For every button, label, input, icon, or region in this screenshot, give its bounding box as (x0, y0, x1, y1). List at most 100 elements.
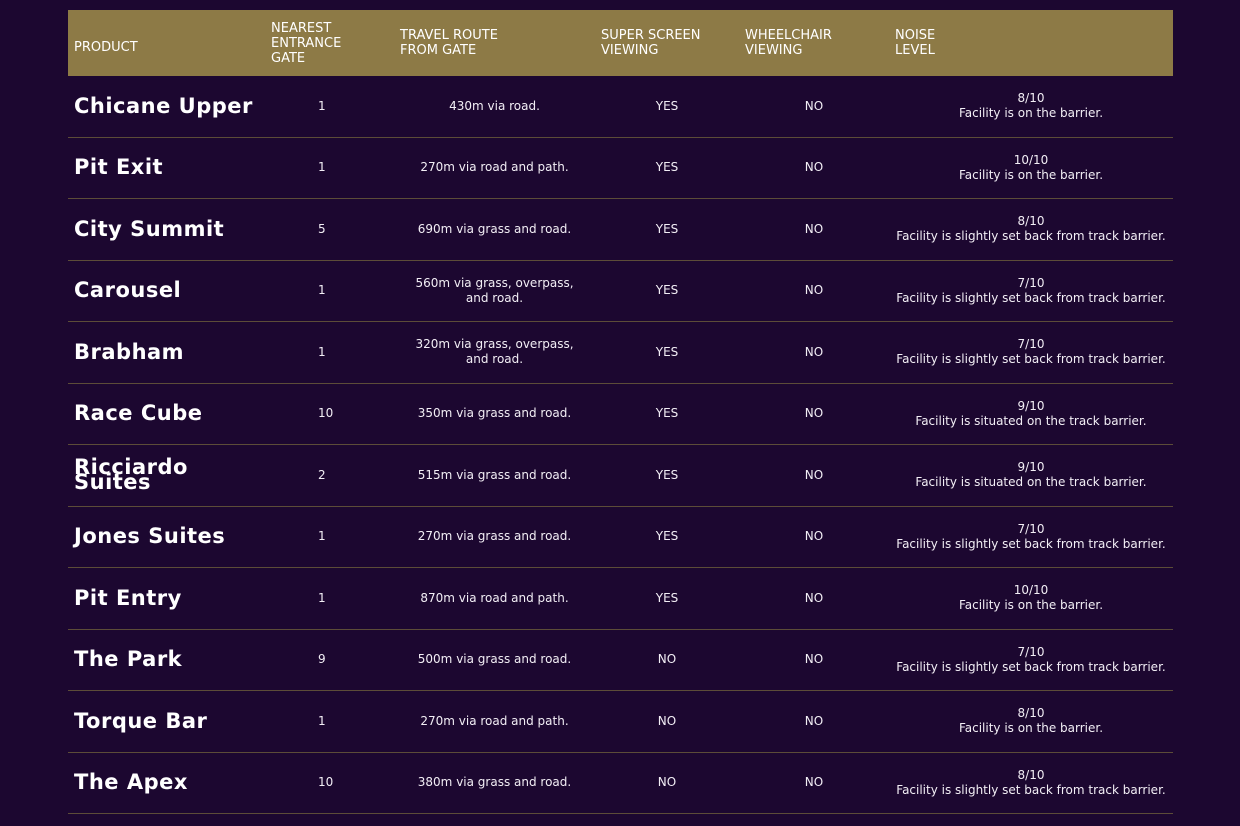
noise-score: 8/10 (1017, 214, 1045, 229)
travel-route-text: 560m via grass, overpass, and road. (415, 275, 574, 305)
table-row: Chicane Upper 1 430m via road. YES NO 8/… (68, 76, 1173, 138)
travel-route-text: 500m via grass and road. (417, 652, 572, 667)
noise-level: 7/10 Facility is slightly set back from … (889, 522, 1173, 552)
noise-note: Facility is slightly set back from track… (896, 536, 1166, 551)
entrance-gate: 1 (318, 713, 326, 728)
noise-note: Facility is on the barrier. (958, 721, 1104, 736)
noise-note: Facility is slightly set back from track… (896, 229, 1166, 244)
noise-note: Facility is slightly set back from track… (896, 782, 1166, 797)
product-name: Ricciardo Suites (74, 455, 188, 495)
wheelchair-viewing: NO (804, 344, 824, 359)
travel-route: 380m via grass and road. (394, 775, 595, 790)
product-name: The Park (74, 647, 183, 672)
header-travel-route: TRAVEL ROUTE FROM GATE (400, 28, 498, 58)
product-name: Carousel (74, 278, 182, 303)
product-name: Jones Suites (74, 524, 226, 549)
wheelchair-viewing: NO (804, 529, 824, 544)
product-name: Pit Exit (74, 155, 164, 180)
travel-route-text: 350m via grass and road. (417, 406, 572, 421)
noise-level: 10/10 Facility is on the barrier. (889, 153, 1173, 183)
travel-route: 320m via grass, overpass, and road. (394, 337, 595, 367)
noise-note: Facility is on the barrier. (958, 106, 1104, 121)
noise-level: 8/10 Facility is on the barrier. (889, 91, 1173, 121)
table-row: Pit Entry 1 870m via road and path. YES … (68, 568, 1173, 630)
noise-level: 7/10 Facility is slightly set back from … (889, 276, 1173, 306)
noise-level: 8/10 Facility is slightly set back from … (889, 214, 1173, 244)
travel-route-text: 270m via grass and road. (417, 529, 572, 544)
table-row: The Apex 10 380m via grass and road. NO … (68, 753, 1173, 814)
table-header-row: PRODUCT NEAREST ENTRANCE GATE TRAVEL ROU… (68, 10, 1173, 76)
table-row: Ricciardo Suites 2 515m via grass and ro… (68, 445, 1173, 507)
entrance-gate: 9 (318, 652, 326, 667)
travel-route-text: 870m via road and path. (420, 590, 569, 605)
travel-route: 870m via road and path. (394, 591, 595, 606)
header-wheelchair-viewing: WHEELCHAIR VIEWING (745, 28, 832, 58)
travel-route-text: 270m via road and path. (420, 713, 569, 728)
wheelchair-viewing: NO (804, 775, 824, 790)
noise-score: 9/10 (1017, 460, 1045, 475)
product-comparison-table: PRODUCT NEAREST ENTRANCE GATE TRAVEL ROU… (68, 10, 1173, 814)
wheelchair-viewing: NO (804, 160, 824, 175)
wheelchair-viewing: NO (804, 590, 824, 605)
wheelchair-viewing: NO (804, 713, 824, 728)
wheelchair-viewing: NO (804, 467, 824, 482)
travel-route: 270m via road and path. (394, 160, 595, 175)
super-screen-viewing: YES (655, 467, 679, 482)
wheelchair-viewing: NO (804, 652, 824, 667)
travel-route: 270m via grass and road. (394, 529, 595, 544)
product-name: Chicane Upper (74, 93, 253, 118)
noise-score: 7/10 (1017, 275, 1045, 290)
travel-route: 560m via grass, overpass, and road. (394, 276, 595, 306)
header-super-screen-viewing: SUPER SCREEN VIEWING (601, 28, 701, 58)
noise-level: 9/10 Facility is situated on the track b… (889, 460, 1173, 490)
noise-note: Facility is on the barrier. (958, 167, 1104, 182)
super-screen-viewing: YES (655, 221, 679, 236)
noise-level: 10/10 Facility is on the barrier. (889, 583, 1173, 613)
travel-route-text: 320m via grass, overpass, and road. (415, 337, 574, 367)
entrance-gate: 1 (318, 98, 326, 113)
noise-score: 8/10 (1017, 706, 1045, 721)
noise-level: 7/10 Facility is slightly set back from … (889, 337, 1173, 367)
wheelchair-viewing: NO (804, 221, 824, 236)
travel-route: 270m via road and path. (394, 714, 595, 729)
table-row: Carousel 1 560m via grass, overpass, and… (68, 261, 1173, 322)
noise-level: 9/10 Facility is situated on the track b… (889, 399, 1173, 429)
noise-note: Facility is situated on the track barrie… (915, 475, 1147, 490)
table-row: Pit Exit 1 270m via road and path. YES N… (68, 138, 1173, 199)
noise-level: 7/10 Facility is slightly set back from … (889, 645, 1173, 675)
noise-note: Facility is slightly set back from track… (896, 352, 1166, 367)
product-name: City Summit (74, 216, 225, 241)
noise-note: Facility is on the barrier. (958, 598, 1104, 613)
noise-note: Facility is situated on the track barrie… (915, 413, 1147, 428)
entrance-gate: 1 (318, 283, 326, 298)
product-name: Brabham (74, 339, 185, 364)
product-name: Pit Entry (74, 585, 182, 610)
noise-score: 8/10 (1017, 767, 1045, 782)
super-screen-viewing: YES (655, 283, 679, 298)
entrance-gate: 1 (318, 590, 326, 605)
noise-level: 8/10 Facility is slightly set back from … (889, 768, 1173, 798)
header-product: PRODUCT (74, 39, 138, 55)
entrance-gate: 10 (318, 406, 334, 421)
table-row: Jones Suites 1 270m via grass and road. … (68, 507, 1173, 568)
noise-score: 7/10 (1017, 521, 1045, 536)
super-screen-viewing: YES (655, 160, 679, 175)
super-screen-viewing: YES (655, 529, 679, 544)
wheelchair-viewing: NO (804, 406, 824, 421)
noise-score: 7/10 (1017, 337, 1045, 352)
travel-route: 500m via grass and road. (394, 652, 595, 667)
super-screen-viewing: NO (657, 652, 677, 667)
product-name: Race Cube (74, 401, 203, 426)
table-row: Torque Bar 1 270m via road and path. NO … (68, 691, 1173, 753)
super-screen-viewing: YES (655, 98, 679, 113)
header-nearest-entrance-gate: NEAREST ENTRANCE GATE (271, 20, 342, 66)
travel-route-text: 430m via road. (449, 98, 540, 113)
noise-level: 8/10 Facility is on the barrier. (889, 706, 1173, 736)
travel-route: 690m via grass and road. (394, 222, 595, 237)
entrance-gate: 2 (318, 467, 326, 482)
noise-score: 7/10 (1017, 644, 1045, 659)
travel-route: 515m via grass and road. (394, 468, 595, 483)
header-noise-level: NOISE LEVEL (895, 28, 936, 58)
noise-score: 9/10 (1017, 398, 1045, 413)
table-row: The Park 9 500m via grass and road. NO N… (68, 630, 1173, 691)
